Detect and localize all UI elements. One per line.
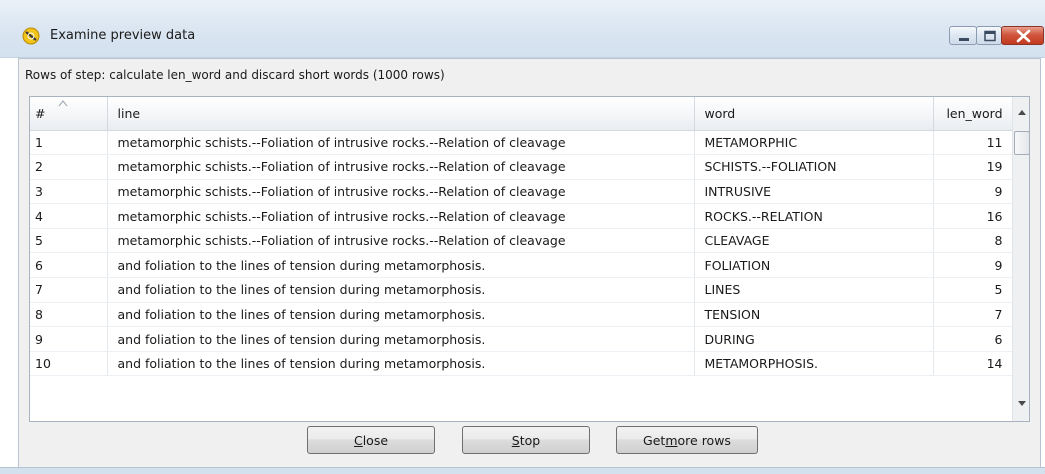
- button-mnemonic: S: [511, 432, 520, 448]
- scroll-down-icon[interactable]: [1016, 400, 1028, 408]
- column-header-label: len_word: [946, 105, 1003, 121]
- cell-line: and foliation to the lines of tension du…: [107, 252, 695, 279]
- grid-body: 1 metamorphic schists.--Foliation of intr…: [30, 130, 1014, 377]
- title-bar[interactable]: Examine preview data: [0, 0, 1045, 58]
- button-label-suffix: ore rows: [677, 432, 731, 448]
- column-header-label: #: [35, 105, 46, 121]
- cell-index: 7: [30, 277, 108, 303]
- sort-ascending-icon: [58, 100, 68, 107]
- table-row[interactable]: 3 metamorphic schists.--Foliation of intr…: [30, 179, 1014, 205]
- table-row[interactable]: 1 metamorphic schists.--Foliation of intr…: [30, 130, 1014, 156]
- button-mnemonic: C: [353, 432, 363, 448]
- close-button[interactable]: Close: [307, 426, 435, 454]
- cell-word: ROCKS.--RELATION: [694, 203, 934, 229]
- button-label-suffix: lose: [362, 432, 389, 448]
- maximize-button[interactable]: [976, 26, 1002, 45]
- cell-line: metamorphic schists.--Foliation of intru…: [107, 130, 695, 156]
- cell-word: TENSION: [694, 302, 934, 328]
- cell-index: 4: [30, 203, 108, 229]
- rows-caption: Rows of step: calculate len_word and dis…: [25, 68, 445, 82]
- button-label-prefix: Get: [643, 432, 666, 448]
- cell-line: and foliation to the lines of tension du…: [107, 326, 695, 352]
- column-header-word[interactable]: word: [694, 97, 934, 131]
- preview-grid[interactable]: # line word len_word 1 metamorphic schist…: [29, 96, 1030, 422]
- cell-index: 5: [30, 228, 108, 254]
- column-header-index[interactable]: #: [30, 97, 108, 131]
- preview-table: # line word len_word 1 metamorphic schist…: [30, 97, 1014, 377]
- cell-word: METAMORPHIC: [694, 130, 934, 156]
- cell-word: CLEAVAGE: [694, 228, 934, 254]
- window-bottom-border: [0, 467, 1045, 474]
- cell-len-word: 19: [933, 154, 1014, 180]
- cell-index: 9: [30, 326, 108, 352]
- cell-word: SCHISTS.--FOLIATION: [694, 154, 934, 180]
- table-row[interactable]: 9 and foliation to the lines of tension d…: [30, 326, 1014, 352]
- button-label-suffix: top: [519, 432, 541, 448]
- examine-preview-window: Examine preview data Rows of step: calcu…: [0, 0, 1045, 474]
- button-mnemonic: m: [665, 432, 678, 448]
- cell-len-word: 9: [933, 179, 1014, 205]
- table-row[interactable]: 8 and foliation to the lines of tension d…: [30, 302, 1014, 328]
- table-row[interactable]: 4 metamorphic schists.--Foliation of intr…: [30, 203, 1014, 229]
- get-more-rows-button[interactable]: Get m ore rows: [616, 426, 758, 454]
- cell-line: metamorphic schists.--Foliation of intru…: [107, 179, 695, 205]
- minimize-button[interactable]: [949, 26, 977, 45]
- cell-line: and foliation to the lines of tension du…: [107, 302, 695, 328]
- column-header-label: word: [704, 105, 736, 121]
- cell-line: metamorphic schists.--Foliation of intru…: [107, 228, 695, 254]
- cell-len-word: 7: [933, 302, 1014, 328]
- cell-len-word: 9: [933, 252, 1014, 279]
- cell-len-word: 14: [933, 351, 1014, 377]
- cell-len-word: 8: [933, 228, 1014, 254]
- cell-len-word: 6: [933, 326, 1014, 352]
- cell-line: metamorphic schists.--Foliation of intru…: [107, 154, 695, 180]
- scrollbar-thumb[interactable]: [1014, 131, 1029, 155]
- cell-word: INTRUSIVE: [694, 179, 934, 205]
- window-title: Examine preview data: [50, 28, 196, 43]
- close-icon: [1016, 29, 1031, 43]
- window-close-button[interactable]: [1001, 26, 1044, 45]
- table-row[interactable]: 6 and foliation to the lines of tension d…: [30, 252, 1014, 279]
- cell-word: LINES: [694, 277, 934, 303]
- table-row[interactable]: 5 metamorphic schists.--Foliation of intr…: [30, 228, 1014, 254]
- cell-word: FOLIATION: [694, 252, 934, 279]
- table-row[interactable]: 10 and foliation to the lines of tension …: [30, 351, 1014, 377]
- dialog-body: Rows of step: calculate len_word and dis…: [18, 58, 1041, 468]
- cell-line: and foliation to the lines of tension du…: [107, 351, 695, 377]
- app-icon: [22, 27, 40, 45]
- column-header-line[interactable]: line: [107, 97, 695, 131]
- stop-button[interactable]: Stop: [462, 426, 590, 454]
- cell-line: and foliation to the lines of tension du…: [107, 277, 695, 303]
- header-row: # line word len_word: [30, 97, 1014, 131]
- cell-line: metamorphic schists.--Foliation of intru…: [107, 203, 695, 229]
- cell-index: 3: [30, 179, 108, 205]
- cell-index: 1: [30, 130, 108, 156]
- maximize-icon: [984, 30, 996, 42]
- scroll-up-icon[interactable]: [1016, 108, 1028, 116]
- minimize-icon: [959, 38, 969, 41]
- cell-len-word: 16: [933, 203, 1014, 229]
- cell-len-word: 5: [933, 277, 1014, 303]
- column-header-label: line: [117, 105, 141, 121]
- cell-index: 2: [30, 154, 108, 180]
- cell-word: DURING: [694, 326, 934, 352]
- table-row[interactable]: 2 metamorphic schists.--Foliation of intr…: [30, 154, 1014, 180]
- cell-word: METAMORPHOSIS.: [694, 351, 934, 377]
- column-header-len-word[interactable]: len_word: [933, 97, 1014, 131]
- table-row[interactable]: 7 and foliation to the lines of tension d…: [30, 277, 1014, 303]
- cell-index: 10: [30, 351, 108, 377]
- vertical-scrollbar[interactable]: [1012, 97, 1029, 421]
- cell-index: 8: [30, 302, 108, 328]
- cell-len-word: 11: [933, 130, 1014, 156]
- cell-index: 6: [30, 252, 108, 279]
